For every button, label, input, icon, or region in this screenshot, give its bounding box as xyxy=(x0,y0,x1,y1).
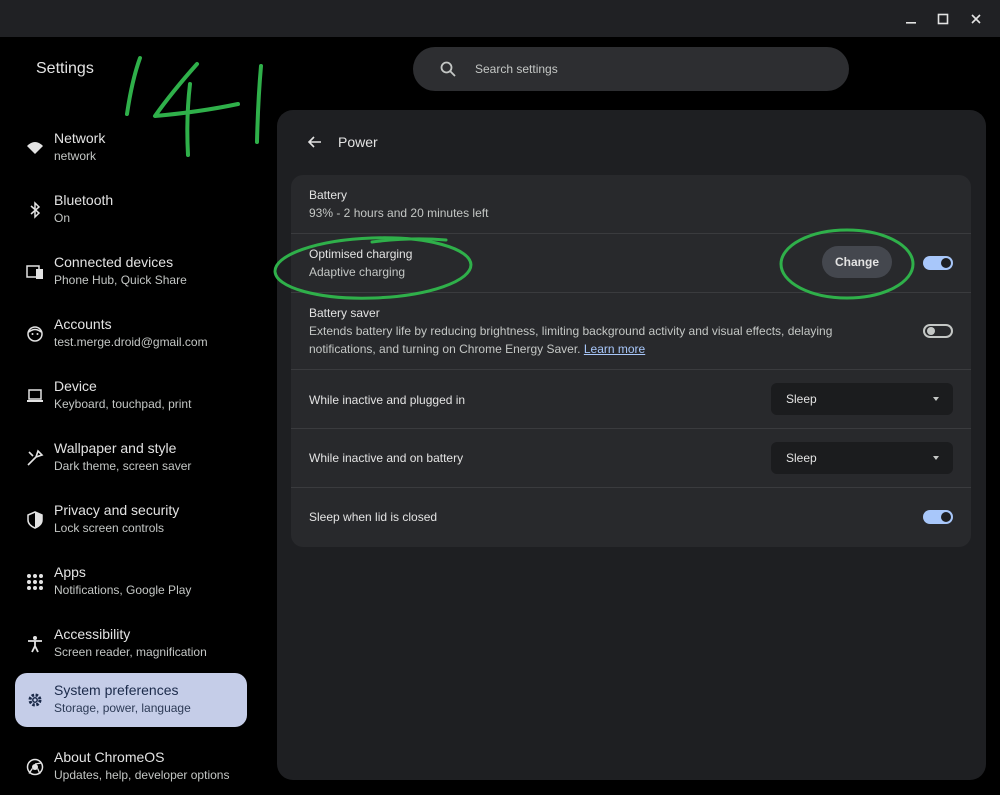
sidebar-item-label: Accounts xyxy=(54,316,112,332)
laptop-icon xyxy=(25,386,45,406)
sidebar-item-label: Bluetooth xyxy=(54,192,114,208)
sidebar-item-label: Network xyxy=(54,130,106,146)
accessibility-icon xyxy=(25,634,45,654)
battery-status: 93% - 2 hours and 20 minutes left xyxy=(309,206,489,220)
sidebar-item-label: Apps xyxy=(54,564,86,580)
close-icon[interactable] xyxy=(966,9,986,29)
select-value: Sleep xyxy=(786,392,817,406)
battery-title: Battery xyxy=(309,188,348,202)
title-bar xyxy=(0,0,1000,37)
minimize-icon[interactable] xyxy=(901,9,921,29)
maximize-icon[interactable] xyxy=(933,9,953,29)
sidebar-item-sublabel: Screen reader, magnification xyxy=(54,645,207,659)
sidebar-item-accounts[interactable]: Accounts test.merge.droid@gmail.com xyxy=(15,307,247,361)
sidebar-item-apps[interactable]: Apps Notifications, Google Play xyxy=(15,555,247,609)
battery-saver-title: Battery saver xyxy=(309,306,380,320)
search-icon xyxy=(440,61,456,77)
account-icon xyxy=(25,324,45,344)
chrome-icon xyxy=(25,757,45,777)
page-title: Power xyxy=(338,134,378,150)
sidebar-item-sublabel: Phone Hub, Quick Share xyxy=(54,273,187,287)
sidebar-item-label: System preferences xyxy=(54,682,179,698)
lid-closed-toggle[interactable] xyxy=(923,510,953,524)
sidebar-item-label: About ChromeOS xyxy=(54,749,165,765)
sidebar-item-sublabel: Notifications, Google Play xyxy=(54,583,192,597)
search-bar[interactable]: Search settings xyxy=(413,47,849,91)
inactive-battery-select[interactable]: Sleep xyxy=(771,442,953,474)
learn-more-link[interactable]: Learn more xyxy=(584,342,645,356)
battery-saver-toggle[interactable] xyxy=(923,324,953,338)
sidebar-item-connected-devices[interactable]: Connected devices Phone Hub, Quick Share xyxy=(15,245,247,299)
sidebar-item-wallpaper[interactable]: Wallpaper and style Dark theme, screen s… xyxy=(15,431,247,485)
toggle-knob xyxy=(941,258,951,268)
dropdown-arrow-icon xyxy=(933,456,939,460)
battery-saver-description: Extends battery life by reducing brightn… xyxy=(309,322,869,358)
battery-saver-row: Battery saver Extends battery life by re… xyxy=(291,292,971,369)
toggle-knob xyxy=(927,327,935,335)
sidebar-item-about[interactable]: About ChromeOS Updates, help, developer … xyxy=(15,740,247,794)
optimised-charging-sub: Adaptive charging xyxy=(309,265,406,279)
palette-icon xyxy=(25,448,45,468)
sidebar-item-sublabel: Dark theme, screen saver xyxy=(54,459,192,473)
dropdown-arrow-icon xyxy=(933,397,939,401)
sidebar-item-label: Privacy and security xyxy=(54,502,180,518)
sidebar-item-device[interactable]: Device Keyboard, touchpad, print xyxy=(15,369,247,423)
search-input[interactable]: Search settings xyxy=(475,62,558,76)
bluetooth-icon xyxy=(25,200,45,220)
sidebar-item-sublabel: test.merge.droid@gmail.com xyxy=(54,335,208,349)
sidebar-item-accessibility[interactable]: Accessibility Screen reader, magnificati… xyxy=(15,617,247,671)
inactive-battery-label: While inactive and on battery xyxy=(309,451,464,465)
optimised-charging-title: Optimised charging xyxy=(309,247,413,261)
sidebar-item-sublabel: On xyxy=(54,211,71,225)
change-button[interactable]: Change xyxy=(822,246,892,278)
main-panel: Power Battery 93% - 2 hours and 20 minut… xyxy=(277,110,986,780)
connected-devices-icon xyxy=(25,262,45,282)
sidebar-item-sublabel: network xyxy=(54,149,97,163)
shield-icon xyxy=(25,510,45,530)
power-settings-card: Battery 93% - 2 hours and 20 minutes lef… xyxy=(291,175,971,547)
sidebar-item-privacy[interactable]: Privacy and security Lock screen control… xyxy=(15,493,247,547)
sidebar-item-system-preferences[interactable]: System preferences Storage, power, langu… xyxy=(15,673,247,727)
app-title: Settings xyxy=(36,60,94,77)
battery-saver-desc-text: Extends battery life by reducing brightn… xyxy=(309,324,833,356)
inactive-plugged-select[interactable]: Sleep xyxy=(771,383,953,415)
toggle-knob xyxy=(941,512,951,522)
select-value: Sleep xyxy=(786,451,817,465)
sidebar-item-sublabel: Updates, help, developer options xyxy=(54,768,230,782)
sidebar-item-network[interactable]: Network network xyxy=(15,121,247,175)
sidebar-item-label: Device xyxy=(54,378,97,394)
sidebar-item-bluetooth[interactable]: Bluetooth On xyxy=(15,183,247,237)
optimised-charging-toggle[interactable] xyxy=(923,256,953,270)
gear-icon xyxy=(25,690,45,710)
sidebar-item-sublabel: Storage, power, language xyxy=(54,701,191,715)
sidebar-item-sublabel: Lock screen controls xyxy=(54,521,165,535)
sidebar-item-label: Wallpaper and style xyxy=(54,440,177,456)
inactive-plugged-label: While inactive and plugged in xyxy=(309,393,466,407)
sidebar-item-label: Accessibility xyxy=(54,626,131,642)
back-arrow-icon[interactable] xyxy=(305,132,325,152)
apps-grid-icon xyxy=(25,572,45,592)
lid-closed-row: Sleep when lid is closed xyxy=(291,487,971,547)
lid-closed-label: Sleep when lid is closed xyxy=(309,510,438,524)
sidebar-item-sublabel: Keyboard, touchpad, print xyxy=(54,397,192,411)
sidebar-item-label: Connected devices xyxy=(54,254,174,270)
battery-row: Battery 93% - 2 hours and 20 minutes lef… xyxy=(291,175,971,234)
wifi-icon xyxy=(25,138,45,158)
